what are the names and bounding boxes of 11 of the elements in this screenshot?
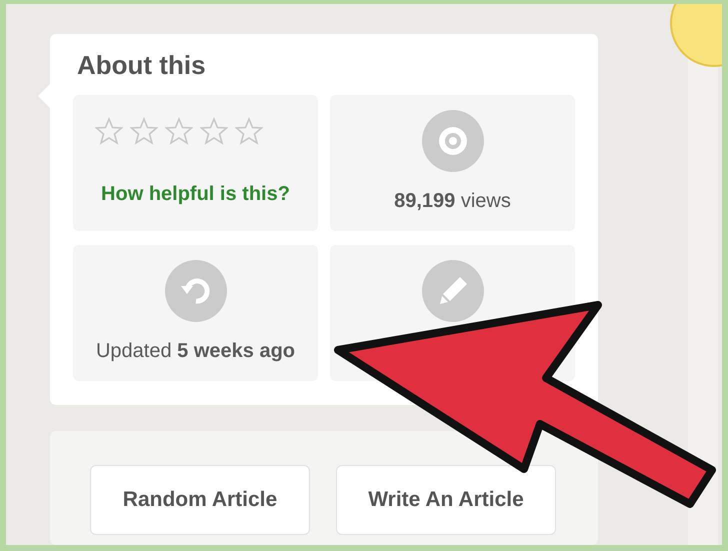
article-button[interactable]: Write An Article [336, 465, 556, 535]
star-icon[interactable] [200, 117, 228, 145]
star-icon[interactable] [95, 117, 123, 145]
star-icon[interactable] [130, 117, 158, 145]
section-title: About this [77, 50, 207, 81]
star-icon[interactable] [165, 117, 193, 145]
stat-label: 89,199 views [394, 190, 511, 213]
stat-label: Updated 5 weeks ago [96, 340, 295, 363]
article-button[interactable]: Random Article [90, 465, 310, 535]
star-icon[interactable] [235, 117, 263, 145]
helpful-link[interactable]: How helpful is this? [101, 183, 290, 206]
